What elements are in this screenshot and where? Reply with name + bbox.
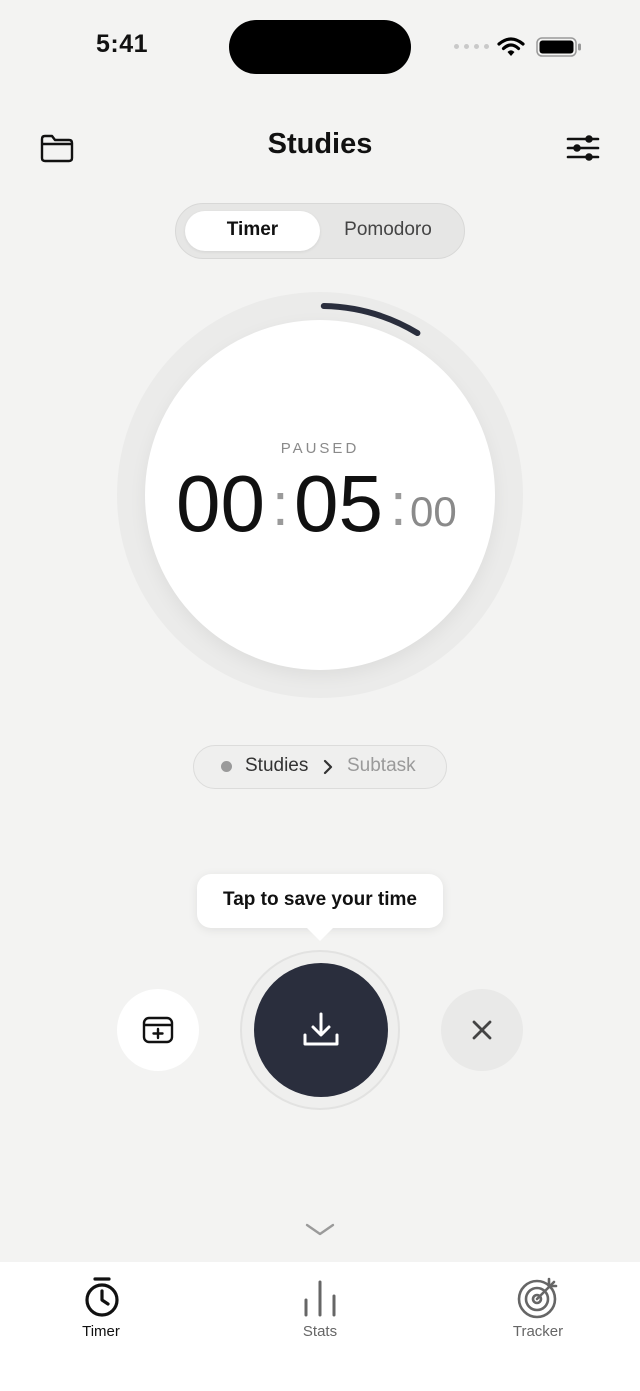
chip-project-label: Studies bbox=[245, 755, 309, 776]
close-icon bbox=[472, 1020, 492, 1040]
tab-timer-label: Timer bbox=[82, 1323, 120, 1340]
battery-icon bbox=[536, 37, 581, 57]
project-color-dot bbox=[221, 761, 232, 772]
tab-timer-mode[interactable]: Timer bbox=[185, 219, 320, 241]
page-title: Studies bbox=[267, 128, 373, 160]
tab-stats-label: Stats bbox=[302, 1323, 338, 1340]
timer-seconds: 00 bbox=[410, 488, 457, 535]
timer-minutes: 05 bbox=[294, 459, 383, 548]
tab-stats[interactable] bbox=[260, 1262, 380, 1362]
tab-pomodoro-mode[interactable]: Pomodoro bbox=[320, 219, 456, 241]
add-entry-icon bbox=[142, 1016, 174, 1044]
timer-hours: 00 bbox=[176, 459, 265, 548]
timer-state-label: PAUSED bbox=[280, 440, 360, 457]
chip-subtask-label: Subtask bbox=[347, 755, 416, 776]
discard-button[interactable] bbox=[441, 989, 523, 1071]
target-icon bbox=[517, 1277, 558, 1319]
settings-button[interactable] bbox=[562, 128, 604, 168]
tab-tracker[interactable] bbox=[478, 1262, 598, 1362]
status-time: 5:41 bbox=[96, 30, 149, 58]
timer-colon: : bbox=[390, 471, 407, 538]
sliders-icon bbox=[566, 135, 600, 161]
tooltip-pointer bbox=[305, 926, 335, 941]
chevron-right-icon bbox=[323, 759, 333, 775]
add-entry-button[interactable] bbox=[117, 989, 199, 1071]
save-time-button[interactable] bbox=[254, 963, 388, 1097]
timer-colon: : bbox=[272, 471, 289, 538]
cellular-signal-icon bbox=[454, 44, 489, 49]
bar-chart-icon bbox=[304, 1280, 336, 1317]
download-icon bbox=[303, 1012, 339, 1046]
stopwatch-icon bbox=[85, 1277, 119, 1317]
chevron-down-icon[interactable] bbox=[304, 1222, 336, 1238]
tab-tracker-label: Tracker bbox=[512, 1323, 564, 1340]
tooltip-text: Tap to save your time bbox=[223, 889, 417, 910]
dynamic-island bbox=[229, 20, 411, 74]
wifi-icon bbox=[497, 37, 525, 56]
tab-timer[interactable] bbox=[41, 1262, 161, 1362]
